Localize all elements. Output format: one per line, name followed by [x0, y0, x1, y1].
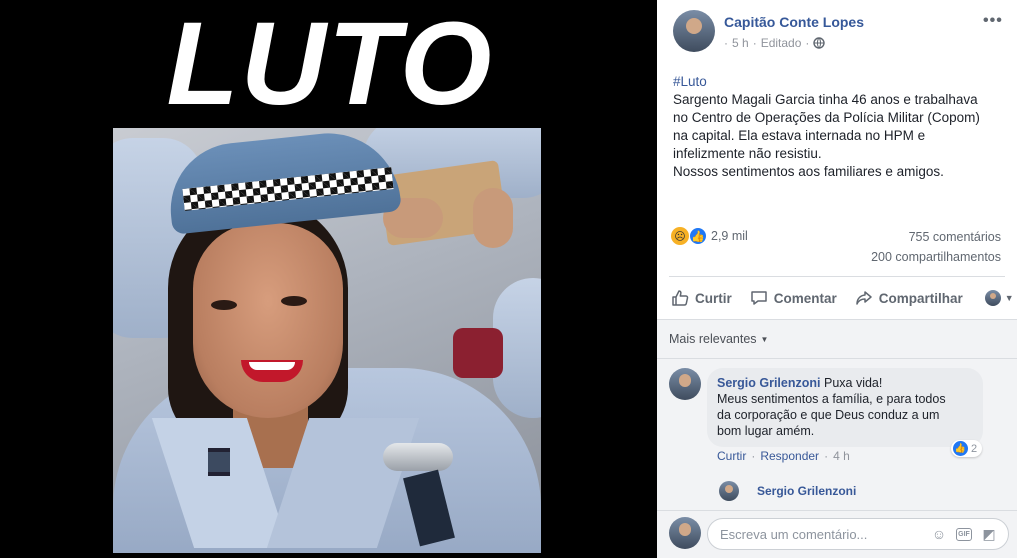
like-icon: 👍	[689, 227, 707, 245]
like-button-label: Curtir	[695, 290, 732, 306]
sort-label: Mais relevantes	[669, 332, 757, 346]
post-line: infelizmente não resistiu.	[673, 146, 822, 161]
comment-line: da corporação e que Deus conduz a um	[717, 408, 940, 422]
current-user-avatar	[669, 517, 701, 549]
post-line: na capital. Ela estava internada no HPM …	[673, 128, 926, 143]
comment-time[interactable]: 4 h	[833, 449, 850, 463]
dot-separator: ·	[751, 449, 756, 463]
sad-icon: ☹	[671, 227, 689, 245]
post-meta: · 5 h · Editado ·	[724, 36, 826, 50]
portrait-photo	[113, 128, 541, 553]
caret-down-icon: ▼	[760, 334, 769, 344]
reaction-count: 2,9 mil	[711, 229, 748, 243]
like-button[interactable]: Curtir	[671, 289, 732, 307]
share-icon	[856, 291, 872, 305]
comment-reply-link[interactable]: Responder	[760, 449, 819, 463]
like-icon: 👍	[953, 441, 968, 456]
comment-like-count: 2	[971, 442, 978, 455]
comment-bubble: Sergio Grilenzoni Puxa vida! Meus sentim…	[707, 368, 983, 447]
dot-separator: ·	[805, 36, 810, 50]
dot-separator: ·	[824, 449, 829, 463]
user-avatar	[984, 290, 1001, 306]
comment-line: Meus sentimentos a família, e para todos	[717, 392, 946, 406]
comment-author[interactable]: Sergio Grilenzoni	[717, 376, 821, 390]
commenter-avatar[interactable]	[669, 368, 701, 400]
share-button-label: Compartilhar	[878, 290, 963, 306]
emoji-icon[interactable]: ☺	[930, 525, 948, 543]
thumbs-up-icon	[672, 290, 689, 306]
teeth	[249, 362, 295, 370]
author-name[interactable]: Capitão Conte Lopes	[724, 14, 864, 30]
divider	[657, 358, 1017, 359]
share-button[interactable]: Compartilhar	[855, 289, 963, 307]
comment-like-link[interactable]: Curtir	[717, 449, 746, 463]
eye	[281, 296, 307, 306]
photo-panel[interactable]: LUTO	[0, 0, 657, 558]
edited-label[interactable]: Editado	[761, 36, 802, 50]
divider	[669, 276, 1005, 277]
background-hand	[473, 188, 513, 248]
reply-author[interactable]: Sergio Grilenzoni	[757, 484, 856, 498]
reaction-summary[interactable]: ☹ 👍 2,9 mil	[671, 227, 748, 245]
post-line: Sargento Magali Garcia tinha 46 anos e t…	[673, 92, 978, 107]
divider	[657, 510, 1017, 511]
comment-button-label: Comentar	[773, 290, 837, 306]
gif-icon[interactable]: GIF	[956, 527, 972, 541]
author-avatar[interactable]	[673, 10, 715, 52]
shoulder-patch	[453, 328, 503, 378]
comment-actions: Curtir · Responder · 4 h	[717, 449, 850, 463]
wings-badge	[383, 443, 453, 471]
comment-count[interactable]: 755 comentários	[909, 230, 1001, 244]
chevron-down-icon: ▼	[1004, 293, 1014, 303]
audience-selector[interactable]: ▼	[984, 290, 1014, 306]
comment-first-line: Puxa vida!	[823, 376, 883, 390]
post-line: no Centro de Operações da Polícia Milita…	[673, 110, 980, 125]
hashtag-link[interactable]: #Luto	[673, 73, 1003, 91]
facebook-photo-viewer: LUTO Capitão Conte Lopes · 5 h · Editado…	[0, 0, 1017, 558]
eye	[211, 300, 237, 310]
comment-line: bom lugar amém.	[717, 424, 815, 438]
comment-sort-dropdown[interactable]: Mais relevantes ▼	[669, 332, 768, 346]
post-text: #Luto Sargento Magali Garcia tinha 46 an…	[673, 73, 1003, 181]
comment-composer: ☺ GIF ◩	[707, 518, 1009, 550]
post-time[interactable]: 5 h	[732, 36, 749, 50]
more-options-icon[interactable]: •••	[983, 12, 1003, 30]
comment-button[interactable]: Comentar	[750, 289, 837, 307]
comment-icon	[751, 291, 767, 305]
photo-headline: LUTO	[166, 0, 494, 130]
face	[193, 223, 343, 418]
dot-separator: ·	[752, 36, 757, 50]
share-count[interactable]: 200 compartilhamentos	[871, 250, 1001, 264]
comment-input[interactable]	[720, 526, 922, 542]
post-line: Nossos sentimentos aos familiares e amig…	[673, 164, 944, 179]
comment-reaction-count[interactable]: 👍 2	[951, 440, 983, 457]
rank-insignia	[208, 448, 230, 476]
globe-icon[interactable]	[813, 37, 826, 49]
post-panel: Capitão Conte Lopes · 5 h · Editado · ••…	[657, 0, 1017, 558]
reply-avatar[interactable]	[719, 481, 739, 501]
sticker-icon[interactable]: ◩	[980, 525, 998, 543]
action-bar: Curtir Comentar Compartilhar ▼	[671, 286, 1014, 310]
comments-section: Mais relevantes ▼ Sergio Grilenzoni Puxa…	[657, 320, 1017, 558]
dot-separator: ·	[724, 36, 728, 50]
